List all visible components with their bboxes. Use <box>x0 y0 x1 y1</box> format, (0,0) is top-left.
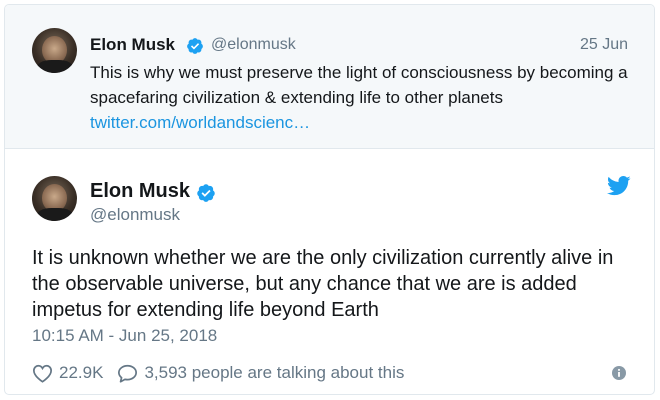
quoted-parent-tweet[interactable]: Elon Musk @elonmusk 25 Jun This is why w… <box>5 5 654 149</box>
conversation-text: 3,593 people are talking about this <box>144 363 405 382</box>
main-author-handle[interactable]: @elonmusk <box>90 205 180 225</box>
speech-bubble-icon <box>118 364 138 383</box>
parent-author-name[interactable]: Elon Musk <box>90 35 175 55</box>
parent-author-handle[interactable]: @elonmusk <box>211 36 296 54</box>
parent-tweet-date[interactable]: 25 Jun <box>580 36 628 54</box>
heart-icon <box>32 364 53 383</box>
verified-badge-icon <box>187 38 203 54</box>
parent-author-avatar[interactable] <box>32 28 77 73</box>
tweet-embed-card: Elon Musk @elonmusk 25 Jun This is why w… <box>4 4 655 395</box>
avatar-shoulders <box>36 208 73 221</box>
like-button[interactable]: 22.9K <box>32 363 103 383</box>
twitter-bird-icon[interactable] <box>607 176 631 196</box>
parent-tweet-text: This is why we must preserve the light o… <box>90 63 628 107</box>
main-author-name[interactable]: Elon Musk <box>90 180 190 203</box>
conversation-link[interactable]: 3,593 people are talking about this <box>117 363 404 383</box>
main-tweet-timestamp[interactable]: 10:15 AM - Jun 25, 2018 <box>32 326 217 346</box>
info-icon[interactable] <box>612 366 626 380</box>
main-author-avatar[interactable] <box>32 176 77 221</box>
tweet-actions: 22.9K 3,593 people are talking about thi… <box>32 362 418 384</box>
parent-tweet-body: This is why we must preserve the light o… <box>90 60 640 135</box>
like-count: 22.9K <box>59 363 104 382</box>
verified-badge-icon <box>197 184 215 202</box>
avatar-shoulders <box>36 60 73 73</box>
parent-tweet-link[interactable]: twitter.com/worldandscienc… <box>90 110 640 135</box>
main-tweet-text: It is unknown whether we are the only ci… <box>32 247 614 321</box>
